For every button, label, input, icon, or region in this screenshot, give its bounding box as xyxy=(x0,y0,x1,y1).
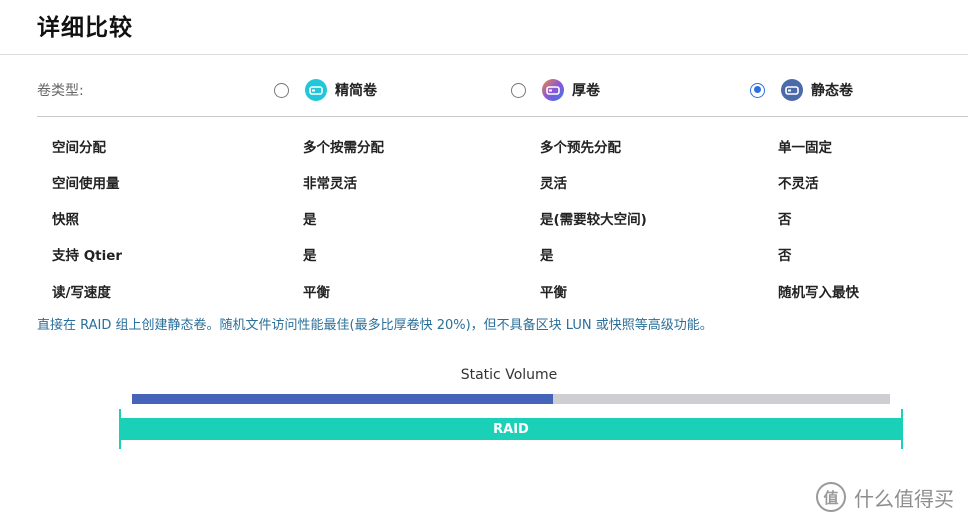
table-row: 空间分配 多个按需分配 多个预先分配 单一固定 xyxy=(0,128,968,158)
thin-volume-icon xyxy=(305,79,327,101)
option-label-thin: 精简卷 xyxy=(335,83,377,99)
thick-volume-icon xyxy=(542,79,564,101)
cell-static: 否 xyxy=(778,248,792,264)
static-volume-icon xyxy=(781,79,803,101)
radio-thin-volume[interactable] xyxy=(274,82,289,98)
option-thick-volume[interactable]: 厚卷 xyxy=(511,78,600,102)
row-label: 快照 xyxy=(52,212,79,228)
table-row: 读/写速度 平衡 平衡 随机写入最快 xyxy=(0,273,968,303)
row-label: 读/写速度 xyxy=(52,285,111,301)
cell-thin: 是 xyxy=(303,248,317,264)
row-label: 空间使用量 xyxy=(52,176,120,192)
cell-thick: 灵活 xyxy=(540,176,567,192)
diagram-volume-label: Static Volume xyxy=(0,367,968,383)
cell-static: 单一固定 xyxy=(778,140,832,156)
static-volume-label: Static Volume xyxy=(460,367,558,383)
table-row: 快照 是 是(需要较大空间) 否 xyxy=(0,200,968,230)
header-divider xyxy=(0,54,968,55)
raid-bracket-right xyxy=(901,409,903,449)
row-label: 空间分配 xyxy=(52,140,106,156)
volume-description: 直接在 RAID 组上创建静态卷。随机文件访问性能最佳(最多比厚卷快 20%)，… xyxy=(37,318,713,333)
cell-thin: 多个按需分配 xyxy=(303,140,384,156)
watermark-logo-icon: 值 xyxy=(816,482,846,512)
watermark: 值 什么值得买 xyxy=(816,482,954,512)
volume-type-label: 卷类型: xyxy=(37,83,84,99)
option-thin-volume[interactable]: 精简卷 xyxy=(274,78,377,102)
volume-bar-track xyxy=(132,394,890,404)
row-label: 支持 Qtier xyxy=(52,248,123,264)
watermark-text: 什么值得买 xyxy=(854,486,954,511)
cell-thin: 平衡 xyxy=(303,285,330,301)
cell-static: 不灵活 xyxy=(778,176,819,192)
volume-type-selector: 卷类型: 精简卷 厚卷 静态卷 xyxy=(0,72,968,108)
volume-bar-fill xyxy=(132,394,553,404)
cell-thin: 是 xyxy=(303,212,317,228)
raid-bar: RAID xyxy=(121,418,901,440)
cell-thick: 是 xyxy=(540,248,554,264)
option-static-volume[interactable]: 静态卷 xyxy=(750,78,853,102)
cell-static: 随机写入最快 xyxy=(778,285,859,301)
cell-thin: 非常灵活 xyxy=(303,176,357,192)
cell-thick: 多个预先分配 xyxy=(540,140,621,156)
cell-thick: 平衡 xyxy=(540,285,567,301)
page-title: 详细比较 xyxy=(37,15,133,41)
table-row: 空间使用量 非常灵活 灵活 不灵活 xyxy=(0,164,968,194)
raid-label: RAID xyxy=(493,421,529,437)
cell-thick: 是(需要较大空间) xyxy=(540,212,647,228)
table-row: 支持 Qtier 是 是 否 xyxy=(0,236,968,266)
option-label-thick: 厚卷 xyxy=(572,83,600,99)
section-divider xyxy=(37,116,968,117)
radio-static-volume[interactable] xyxy=(750,82,765,98)
option-label-static: 静态卷 xyxy=(811,83,853,99)
cell-static: 否 xyxy=(778,212,792,228)
radio-thick-volume[interactable] xyxy=(511,82,526,98)
